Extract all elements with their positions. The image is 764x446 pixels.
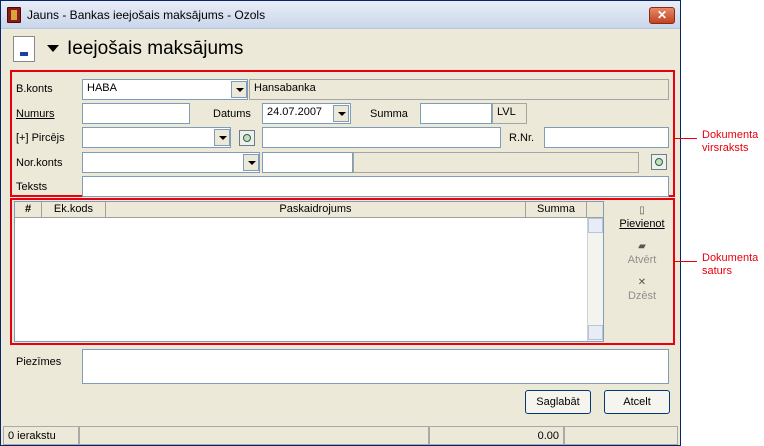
- pircejs-label[interactable]: [+] Pircējs: [16, 132, 65, 144]
- norkonts-detail-input[interactable]: [262, 152, 353, 173]
- document-icon[interactable]: [13, 36, 35, 62]
- app-window: Jauns - Bankas ieejošais maksājums - Ozo…: [0, 0, 681, 446]
- rnr-label: R.Nr.: [509, 132, 535, 144]
- window-title: Jauns - Bankas ieejošais maksājums - Ozo…: [27, 8, 266, 22]
- rnr-input[interactable]: [544, 127, 669, 148]
- column-header-ekkods[interactable]: Ek.kods: [42, 202, 106, 218]
- grid-scrollbar[interactable]: [587, 218, 603, 341]
- pircejs-select[interactable]: [82, 127, 231, 148]
- teksts-label: Teksts: [16, 181, 48, 193]
- datums-label: Datums: [213, 108, 251, 120]
- open-row-button[interactable]: ▰ Atvērt: [611, 241, 673, 266]
- scroll-up-icon[interactable]: [588, 218, 603, 233]
- pircejs-lookup-icon[interactable]: [239, 130, 255, 146]
- open-row-label: Atvērt: [627, 254, 657, 266]
- norkonts-select[interactable]: [82, 152, 260, 173]
- datums-dropdown-icon[interactable]: [333, 105, 349, 122]
- add-row-label: Pievienot: [619, 218, 665, 230]
- summa-label: Summa: [370, 108, 408, 120]
- content-callout-line2: saturs: [702, 265, 732, 277]
- scroll-down-icon[interactable]: [588, 325, 603, 340]
- numurs-input[interactable]: [82, 103, 190, 124]
- add-row-button[interactable]: ▯ Pievienot: [611, 205, 673, 230]
- status-total: 0.00: [429, 426, 564, 445]
- numurs-label: Numurs: [16, 108, 55, 120]
- close-button[interactable]: ✕: [649, 7, 675, 24]
- title-bar: Jauns - Bankas ieejošais maksājums - Ozo…: [1, 1, 680, 29]
- content-callout-line: [675, 261, 697, 262]
- delete-row-label: Dzēst: [627, 290, 657, 302]
- currency-field: LVL: [492, 103, 527, 124]
- app-book-icon: [7, 7, 21, 23]
- summa-input[interactable]: [420, 103, 492, 124]
- new-document-icon: ▯: [639, 205, 645, 216]
- status-records: 0 ierakstu: [3, 426, 79, 445]
- header-callout-line1: Dokumenta: [702, 129, 759, 141]
- teksts-input[interactable]: [82, 176, 669, 197]
- grid-header: # Ek.kods Paskaidrojums Summa: [15, 202, 603, 218]
- delete-row-button[interactable]: ✕ Dzēst: [611, 277, 673, 302]
- content-callout-line1: Dokumenta: [702, 252, 759, 264]
- folder-open-icon: ▰: [638, 241, 646, 252]
- column-header-index[interactable]: #: [15, 202, 42, 218]
- norkonts-dropdown-icon[interactable]: [243, 154, 259, 171]
- bkonts-dropdown-icon[interactable]: [231, 81, 247, 98]
- bank-name-field: Hansabanka: [249, 79, 669, 100]
- chevron-down-icon[interactable]: [47, 45, 59, 52]
- items-grid[interactable]: # Ek.kods Paskaidrojums Summa: [14, 201, 604, 342]
- norkonts-label: Nor.konts: [16, 157, 63, 169]
- bkonts-select[interactable]: HABA: [82, 79, 248, 100]
- notes-label: Piezīmes: [16, 356, 62, 368]
- header-callout-line2: virsraksts: [702, 142, 749, 154]
- header-callout-line: [675, 138, 697, 139]
- column-header-summa[interactable]: Summa: [526, 202, 587, 218]
- pircejs-dropdown-icon[interactable]: [214, 129, 230, 146]
- status-panel-4: [564, 426, 678, 445]
- status-panel-2: [79, 426, 429, 445]
- delete-x-icon: ✕: [637, 277, 647, 288]
- norkonts-lookup-icon[interactable]: [651, 154, 667, 170]
- bkonts-label: B.konts: [16, 83, 53, 95]
- column-header-paskaidrojums[interactable]: Paskaidrojums: [106, 202, 526, 218]
- cancel-button[interactable]: Atcelt: [604, 390, 670, 414]
- norkonts-name-field: [353, 152, 639, 173]
- save-button[interactable]: Saglabāt: [525, 390, 591, 414]
- pircejs-name-input[interactable]: [262, 127, 501, 148]
- page-title: Ieejošais maksājums: [67, 38, 244, 59]
- notes-textarea[interactable]: [82, 349, 669, 384]
